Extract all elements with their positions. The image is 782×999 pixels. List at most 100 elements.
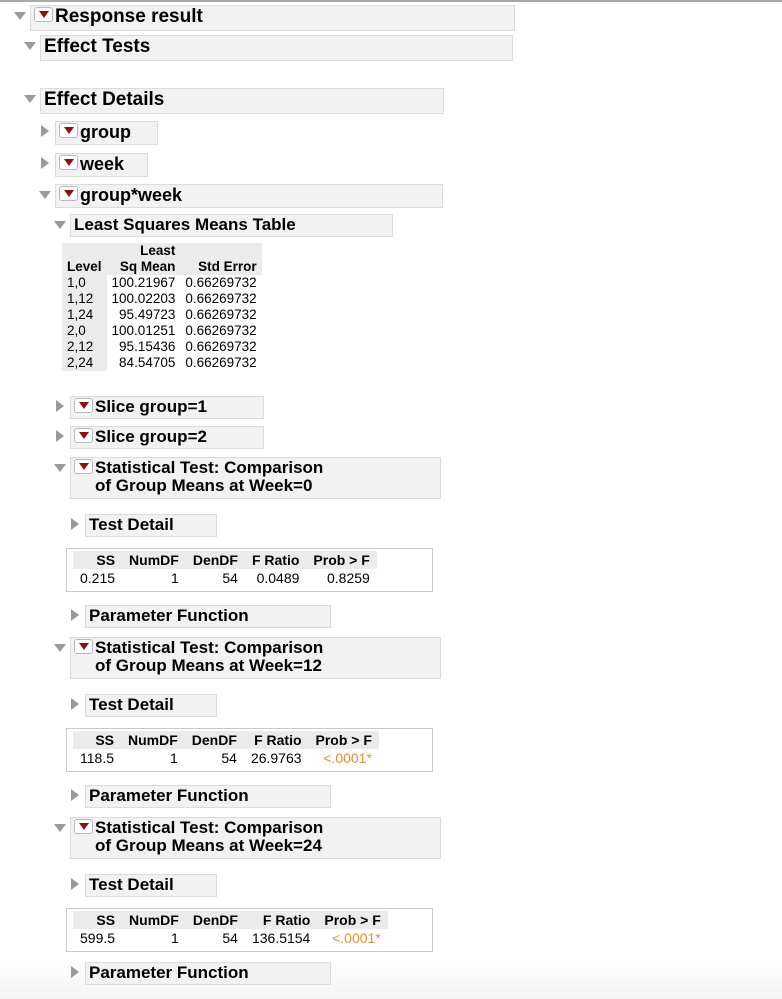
disclosure-toggle-group-week[interactable]: [35, 184, 55, 199]
disclosure-toggle-effect-details[interactable]: [20, 88, 40, 103]
cell-std-error: 0.66269732: [185, 355, 257, 370]
red-dropdown-icon[interactable]: [59, 155, 78, 170]
disclosure-toggle-stat-test-week0[interactable]: [50, 457, 70, 472]
triangle-right-icon: [71, 609, 79, 621]
cell-ss: 599.5: [80, 930, 116, 946]
title-bar-stat-test-week12[interactable]: Statistical Test: Comparison of Group Me…: [70, 637, 441, 679]
outline-node-parameter-function-week0[interactable]: Parameter Function: [65, 605, 331, 629]
outline-node-effect-details[interactable]: Effect Details: [20, 88, 444, 114]
least-squares-means-table: Level Least Sq Mean Std Error 1,0 100.21…: [62, 243, 262, 371]
disclosure-toggle-parameter-function-week0[interactable]: [65, 605, 85, 621]
title-label-group-week: group*week: [80, 185, 183, 205]
title-bar-slice-group-2[interactable]: Slice group=2: [70, 426, 264, 450]
title-bar-group-week[interactable]: group*week: [55, 184, 443, 209]
f-test-table-week12: SS NumDF DenDF F Ratio Prob > F 118.5 1 …: [66, 728, 433, 772]
cell-sq-mean: 100.02203: [111, 291, 176, 306]
disclosure-toggle-lsm-table[interactable]: [50, 214, 70, 229]
title-label-test-detail-week24: Test Detail: [89, 875, 174, 894]
table-header-row: SS NumDF DenDF F Ratio Prob > F: [73, 731, 379, 749]
disclosure-toggle-group[interactable]: [35, 121, 55, 137]
disclosure-toggle-stat-test-week24[interactable]: [50, 817, 70, 832]
outline-node-slice-group-1[interactable]: Slice group=1: [50, 396, 264, 420]
title-label-effect-details: Effect Details: [44, 89, 165, 110]
title-label-parameter-function-week0: Parameter Function: [89, 606, 249, 625]
triangle-right-icon: [71, 966, 79, 978]
outline-node-test-detail-week24[interactable]: Test Detail: [65, 874, 217, 898]
red-dropdown-icon[interactable]: [34, 7, 53, 22]
column-header-level: Level: [62, 243, 107, 275]
cell-prob-f: <.0001*: [332, 930, 381, 946]
disclosure-toggle-week[interactable]: [35, 153, 55, 169]
title-bar-effect-details[interactable]: Effect Details: [40, 88, 444, 114]
column-header-ss: SS: [73, 731, 121, 749]
title-bar-parameter-function-week12[interactable]: Parameter Function: [85, 785, 331, 809]
outline-node-parameter-function-week24[interactable]: Parameter Function: [65, 962, 331, 986]
red-dropdown-icon[interactable]: [74, 639, 93, 654]
title-bar-response-result[interactable]: Response result: [30, 5, 515, 31]
disclosure-toggle-parameter-function-week24[interactable]: [65, 962, 85, 978]
cell-dendf: 54: [222, 930, 238, 946]
outline-node-response-result[interactable]: Response result: [10, 5, 515, 31]
triangle-down-icon: [14, 12, 26, 20]
outline-node-lsm-table[interactable]: Least Squares Means Table: [50, 214, 393, 238]
red-dropdown-icon[interactable]: [74, 398, 93, 413]
triangle-down-icon: [39, 191, 51, 199]
title-bar-stat-test-week24[interactable]: Statistical Test: Comparison of Group Me…: [70, 817, 441, 859]
title-bar-week[interactable]: week: [55, 153, 148, 178]
red-dropdown-icon[interactable]: [74, 459, 93, 474]
outline-node-effect-tests[interactable]: Effect Tests: [20, 35, 513, 61]
title-bar-test-detail-week24[interactable]: Test Detail: [85, 874, 217, 898]
title-bar-slice-group-1[interactable]: Slice group=1: [70, 396, 264, 420]
disclosure-toggle-effect-tests[interactable]: [20, 35, 40, 50]
title-bar-lsm-table[interactable]: Least Squares Means Table: [70, 214, 393, 238]
cell-sq-mean: 100.01251: [111, 323, 176, 338]
title-label-response-result: Response result: [55, 6, 203, 27]
cell-level: 1,12: [62, 291, 107, 307]
column-header-numdf: NumDF: [122, 911, 186, 929]
outline-node-week[interactable]: week: [35, 153, 148, 178]
disclosure-toggle-test-detail-week12[interactable]: [65, 694, 85, 710]
cell-prob-f: <.0001*: [323, 750, 372, 766]
title-bar-parameter-function-week24[interactable]: Parameter Function: [85, 962, 331, 986]
table-row: 599.5 1 54 136.5154 <.0001*: [73, 929, 388, 948]
disclosure-toggle-test-detail-week24[interactable]: [65, 874, 85, 890]
cell-numdf: 1: [171, 930, 179, 946]
cell-level: 2,12: [62, 339, 107, 355]
title-label-week: week: [80, 154, 125, 174]
outline-node-stat-test-week24[interactable]: Statistical Test: Comparison of Group Me…: [50, 817, 441, 859]
cell-prob-f: 0.8259: [326, 570, 370, 586]
title-bar-effect-tests[interactable]: Effect Tests: [40, 35, 513, 61]
outline-node-group-week[interactable]: group*week: [35, 184, 443, 209]
disclosure-toggle-stat-test-week12[interactable]: [50, 637, 70, 652]
title-bar-group[interactable]: group: [55, 121, 158, 146]
title-bar-test-detail-week12[interactable]: Test Detail: [85, 694, 217, 718]
f-test-table-week24: SS NumDF DenDF F Ratio Prob > F 599.5 1 …: [66, 908, 433, 952]
outline-node-stat-test-week0[interactable]: Statistical Test: Comparison of Group Me…: [50, 457, 441, 499]
disclosure-toggle-parameter-function-week12[interactable]: [65, 785, 85, 801]
red-dropdown-icon[interactable]: [59, 123, 78, 138]
cell-dendf: 54: [222, 570, 238, 586]
title-label-effect-tests: Effect Tests: [44, 36, 151, 57]
triangle-right-icon: [41, 125, 49, 137]
outline-node-group[interactable]: group: [35, 121, 158, 146]
red-dropdown-icon[interactable]: [74, 428, 93, 443]
column-header-prob-f: Prob > F: [317, 911, 388, 929]
title-bar-parameter-function-week0[interactable]: Parameter Function: [85, 605, 331, 629]
red-dropdown-icon[interactable]: [74, 819, 93, 834]
column-header-f-ratio: F Ratio: [244, 911, 318, 929]
outline-node-stat-test-week12[interactable]: Statistical Test: Comparison of Group Me…: [50, 637, 441, 679]
outline-node-test-detail-week12[interactable]: Test Detail: [65, 694, 217, 718]
title-label-stat-test-week24: Statistical Test: Comparison of Group Me…: [95, 818, 324, 856]
disclosure-toggle-slice-group-2[interactable]: [50, 426, 70, 442]
disclosure-toggle-response-result[interactable]: [10, 5, 30, 20]
table-row: 1,24 95.49723 0.66269732: [62, 307, 262, 323]
title-bar-test-detail-week0[interactable]: Test Detail: [85, 514, 217, 538]
outline-node-parameter-function-week12[interactable]: Parameter Function: [65, 785, 331, 809]
disclosure-toggle-test-detail-week0[interactable]: [65, 514, 85, 530]
disclosure-toggle-slice-group-1[interactable]: [50, 396, 70, 412]
title-bar-stat-test-week0[interactable]: Statistical Test: Comparison of Group Me…: [70, 457, 441, 499]
red-dropdown-icon[interactable]: [59, 186, 78, 201]
outline-node-slice-group-2[interactable]: Slice group=2: [50, 426, 264, 450]
outline-node-test-detail-week0[interactable]: Test Detail: [65, 514, 217, 538]
cell-numdf: 1: [169, 750, 178, 766]
